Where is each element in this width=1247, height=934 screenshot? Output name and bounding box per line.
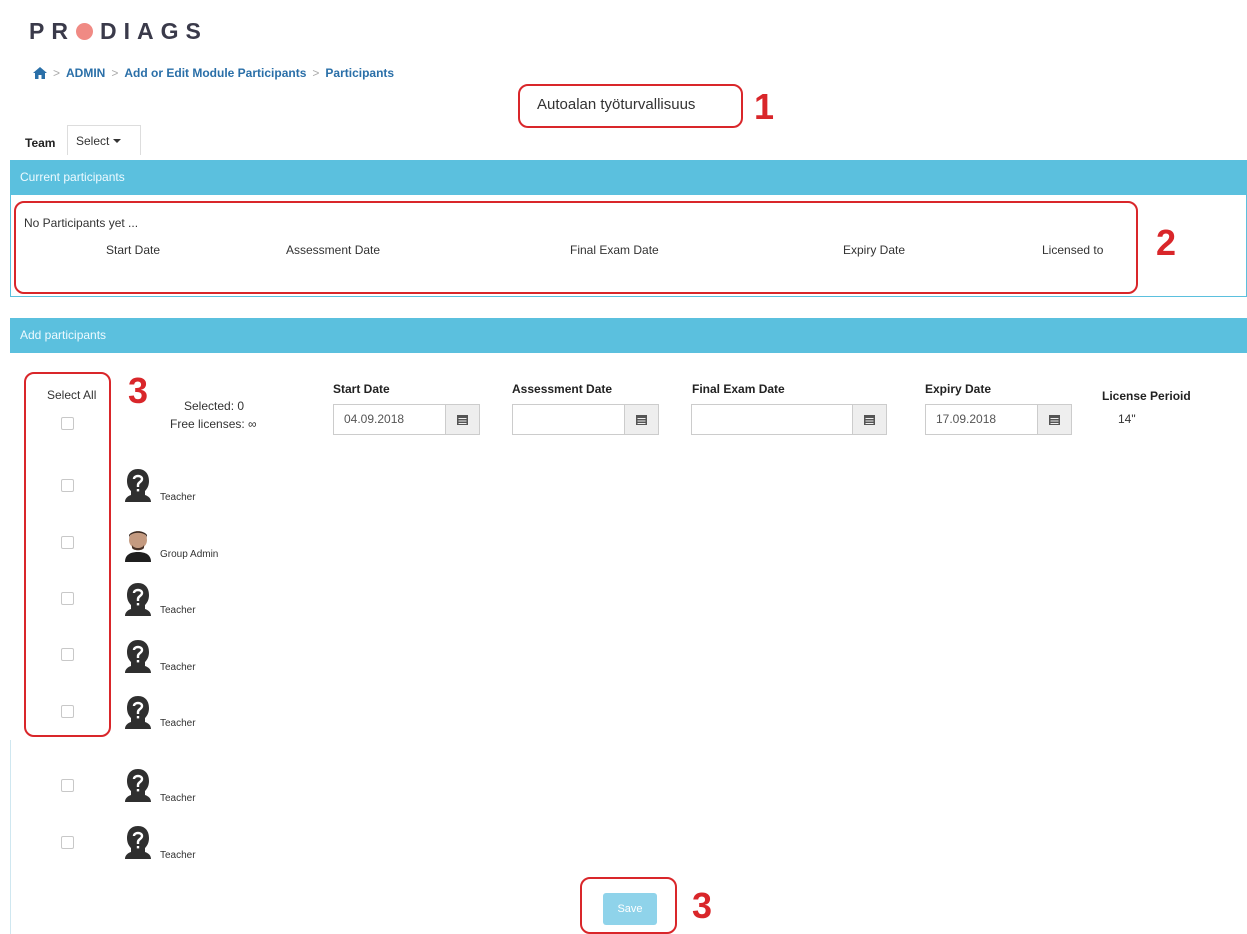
calendar-icon[interactable]: [852, 405, 886, 434]
unknown-user-icon: [125, 583, 151, 616]
breadcrumb-separator: >: [111, 66, 119, 80]
annotation-number-3: 3: [128, 370, 149, 411]
annotation-box-3: [24, 372, 111, 737]
participant-checkbox[interactable]: [61, 536, 74, 549]
logo-text-left: PR: [29, 18, 75, 44]
annotation-box-save: [580, 877, 677, 934]
user-photo-avatar: [125, 531, 151, 562]
expiry-date-value: 17.09.2018: [936, 412, 997, 426]
annotation-number-3-save: 3: [692, 885, 713, 926]
assessment-date-value: [513, 405, 624, 434]
final-exam-date-value: [692, 405, 852, 434]
current-participants-header: Current participants: [10, 160, 1247, 195]
assessment-date-heading: Assessment Date: [512, 382, 613, 396]
calendar-icon[interactable]: [624, 405, 658, 434]
logo-dot: [75, 23, 93, 40]
participant-checkbox[interactable]: [61, 592, 74, 605]
unknown-user-icon: [125, 696, 151, 729]
caret-down-icon: [113, 138, 122, 143]
assessment-date-input[interactable]: [512, 404, 659, 435]
expiry-date-input[interactable]: 17.09.2018: [925, 404, 1072, 435]
participant-checkbox[interactable]: [61, 479, 74, 492]
free-licenses: Free licenses: ∞: [170, 417, 257, 431]
selected-count: Selected: 0: [184, 399, 245, 413]
team-select-dropdown[interactable]: Select: [67, 125, 141, 155]
add-participants-header: Add participants: [10, 318, 1247, 353]
start-date-value: 04.09.2018: [344, 412, 405, 426]
unknown-user-icon: [125, 769, 151, 802]
license-period-value: 14": [1118, 412, 1136, 426]
team-label: Team: [25, 136, 56, 150]
annotation-number-1: 1: [754, 86, 775, 127]
participant-role: Teacher: [160, 662, 196, 673]
home-icon[interactable]: [33, 67, 47, 79]
start-date-heading: Start Date: [333, 382, 390, 396]
expiry-date-heading: Expiry Date: [925, 382, 992, 396]
participant-role: Teacher: [160, 718, 196, 729]
panel-left-edge: [10, 740, 11, 934]
unknown-user-icon: [125, 469, 151, 502]
annotation-box-1: [518, 84, 743, 128]
participant-checkbox[interactable]: [61, 705, 74, 718]
annotation-box-2: [14, 201, 1138, 294]
calendar-icon[interactable]: [445, 405, 479, 434]
breadcrumb-admin-link[interactable]: ADMIN: [66, 66, 105, 80]
participant-checkbox[interactable]: [61, 836, 74, 849]
breadcrumb: > ADMIN > Add or Edit Module Participant…: [33, 66, 394, 80]
breadcrumb-separator: >: [312, 66, 320, 80]
unknown-user-icon: [125, 826, 151, 859]
breadcrumb-separator: >: [53, 66, 61, 80]
team-select-label: Select: [76, 133, 110, 148]
participant-checkbox[interactable]: [61, 648, 74, 661]
logo-text-right: DIAGS: [99, 18, 208, 44]
start-date-input[interactable]: 04.09.2018: [333, 404, 480, 435]
license-period-heading: License Perioid: [1102, 389, 1191, 403]
final-exam-date-input[interactable]: [691, 404, 887, 435]
calendar-icon[interactable]: [1037, 405, 1071, 434]
participant-role: Teacher: [160, 850, 196, 861]
participant-role: Group Admin: [160, 549, 219, 560]
prodiags-logo: PR DIAGS: [29, 18, 208, 45]
participant-role: Teacher: [160, 605, 196, 616]
participant-role: Teacher: [160, 492, 196, 503]
breadcrumb-module-participants-link[interactable]: Add or Edit Module Participants: [124, 66, 306, 80]
participant-role: Teacher: [160, 793, 196, 804]
annotation-number-2: 2: [1156, 222, 1177, 263]
participant-checkbox[interactable]: [61, 779, 74, 792]
breadcrumb-participants-link[interactable]: Participants: [325, 66, 394, 80]
final-exam-date-heading: Final Exam Date: [692, 382, 785, 396]
unknown-user-icon: [125, 640, 151, 673]
